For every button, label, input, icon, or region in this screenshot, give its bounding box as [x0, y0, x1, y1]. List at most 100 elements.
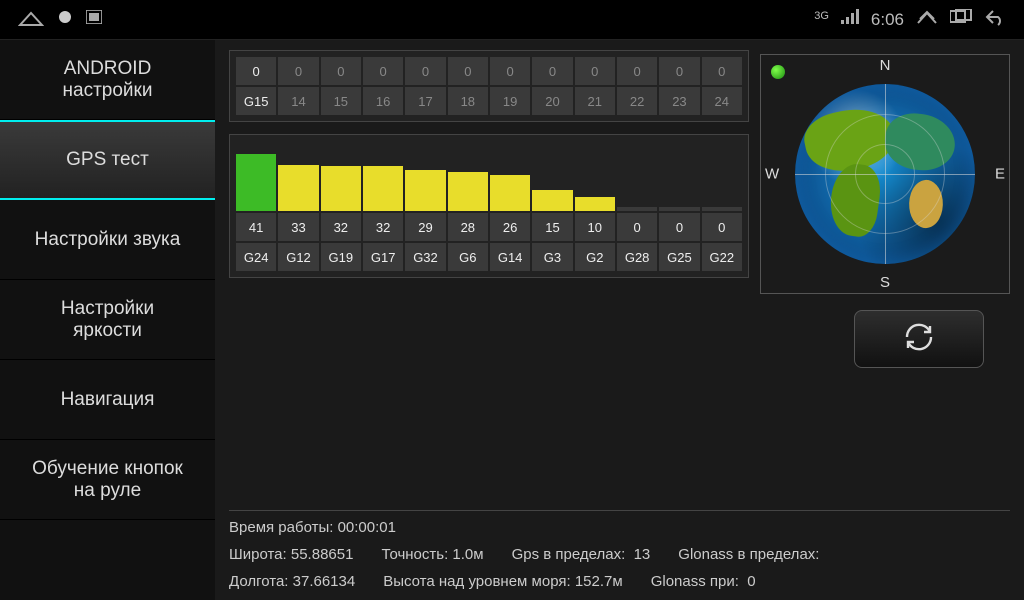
glonass-snr-value: 10	[575, 213, 615, 241]
glonass-snr-value: 33	[278, 213, 318, 241]
compass-s: S	[880, 274, 890, 291]
glonass-signal-table: 413332322928261510000 G24G12G19G17G32G6G…	[229, 134, 749, 278]
signal-strength-icon	[841, 9, 859, 30]
snr-bar	[532, 190, 572, 211]
sidebar-item-label: Настройки звука	[35, 229, 181, 251]
snr-bar	[575, 197, 615, 211]
glonass-sat-id: G22	[702, 243, 742, 271]
gps-status-readout: Время работы: 00:00:01 Широта: 55.88651 …	[229, 510, 1010, 590]
sidebar-item-navigation[interactable]: Навигация	[0, 360, 215, 440]
runtime: Время работы: 00:00:01	[229, 519, 396, 536]
record-icon	[58, 10, 72, 29]
snr-bar	[321, 166, 361, 211]
refresh-button[interactable]	[854, 310, 984, 368]
gps-snr-value: 0	[405, 57, 445, 85]
sidebar-item-android-settings[interactable]: ANDROID настройки	[0, 40, 215, 120]
accuracy: Точность: 1.0м	[381, 546, 483, 563]
glonass-snr-value: 41	[236, 213, 276, 241]
gps-snr-value: 0	[532, 57, 572, 85]
gps-snr-value: 0	[490, 57, 530, 85]
sidebar-item-swc[interactable]: Обучение кнопок на руле	[0, 440, 215, 520]
gps-sat-id: 15	[321, 87, 361, 115]
satellite-sky-view: N S W E	[760, 54, 1010, 294]
android-status-bar: 3G 6:06	[0, 0, 1024, 40]
snr-bar	[659, 207, 699, 211]
screenshot-icon	[86, 10, 102, 29]
sidebar-item-brightness[interactable]: Настройки яркости	[0, 280, 215, 360]
gps-sat-id: 24	[702, 87, 742, 115]
glonass-sat-id: G17	[363, 243, 403, 271]
glonass-sat-id: G2	[575, 243, 615, 271]
latitude: Широта: 55.88651	[229, 546, 353, 563]
globe-icon	[795, 84, 975, 264]
gps-snr-value: 0	[659, 57, 699, 85]
back-icon[interactable]	[984, 8, 1006, 31]
glonass-snr-value: 32	[363, 213, 403, 241]
snr-bar	[363, 166, 403, 211]
clock: 6:06	[871, 10, 904, 30]
compass-n: N	[880, 57, 891, 74]
glonass-snr-value: 32	[321, 213, 361, 241]
glonass-sat-id: G32	[405, 243, 445, 271]
sidebar-item-label: ANDROID настройки	[63, 58, 153, 102]
network-type-label: 3G	[814, 10, 829, 22]
settings-sidebar: ANDROID настройки GPS тест Настройки зву…	[0, 40, 215, 600]
glonass-sat-id: G19	[321, 243, 361, 271]
gps-sat-id: 20	[532, 87, 572, 115]
glonass-sat-id: G6	[448, 243, 488, 271]
gps-sat-id: 14	[278, 87, 318, 115]
sidebar-item-label: Обучение кнопок на руле	[32, 458, 183, 502]
altitude: Высота над уровнем моря: 152.7м	[383, 573, 622, 590]
gps-sat-id: 22	[617, 87, 657, 115]
gps-sat-id: 19	[490, 87, 530, 115]
glonass-snr-value: 0	[702, 213, 742, 241]
snr-bar	[405, 170, 445, 211]
glonass-sat-id: G3	[532, 243, 572, 271]
sidebar-item-label: GPS тест	[66, 149, 149, 171]
recent-apps-icon[interactable]	[950, 9, 972, 30]
gps-sat-id: 18	[448, 87, 488, 115]
gps-lock-led-icon	[771, 65, 785, 79]
snr-bar	[617, 207, 657, 211]
glonass-in-view: Glonass в пределах:	[678, 546, 819, 563]
glonass-sat-id: G28	[617, 243, 657, 271]
glonass-sat-id: G14	[490, 243, 530, 271]
glonass-sat-id: G12	[278, 243, 318, 271]
glonass-snr-value: 0	[617, 213, 657, 241]
compass-w: W	[765, 166, 779, 183]
gps-snr-value: 0	[363, 57, 403, 85]
sidebar-item-gps-test[interactable]: GPS тест	[0, 120, 215, 200]
snr-bar	[236, 154, 276, 211]
glonass-snr-value: 28	[448, 213, 488, 241]
glonass-snr-value: 26	[490, 213, 530, 241]
gps-in-view: Gps в пределах: 13	[512, 546, 651, 563]
gps-snr-value: 0	[236, 57, 276, 85]
chevron-up-icon[interactable]	[916, 9, 938, 30]
gps-signal-table: 000000000000 G151415161718192021222324	[229, 50, 749, 122]
glonass-snr-value: 15	[532, 213, 572, 241]
gps-sat-id: 21	[575, 87, 615, 115]
gps-sat-id: 23	[659, 87, 699, 115]
gps-snr-value: 0	[448, 57, 488, 85]
gps-sat-id: 16	[363, 87, 403, 115]
glonass-snr-value: 0	[659, 213, 699, 241]
glonass-snr-value: 29	[405, 213, 445, 241]
gps-sat-id: 17	[405, 87, 445, 115]
gps-snr-value: 0	[575, 57, 615, 85]
snr-bar	[448, 172, 488, 211]
sidebar-item-label: Навигация	[61, 389, 155, 411]
home-icon	[18, 7, 44, 32]
gps-snr-value: 0	[702, 57, 742, 85]
sidebar-item-label: Настройки яркости	[61, 298, 154, 342]
snr-bar	[278, 165, 318, 211]
glonass-sat-id: G25	[659, 243, 699, 271]
compass-e: E	[995, 166, 1005, 183]
refresh-icon	[902, 322, 936, 357]
gps-snr-value: 0	[617, 57, 657, 85]
gps-snr-value: 0	[321, 57, 361, 85]
longitude: Долгота: 37.66134	[229, 573, 355, 590]
glonass-sat-id: G24	[236, 243, 276, 271]
sidebar-item-sound[interactable]: Настройки звука	[0, 200, 215, 280]
gps-test-panel: 000000000000 G151415161718192021222324 4…	[215, 40, 1024, 600]
snr-bar	[490, 175, 530, 211]
